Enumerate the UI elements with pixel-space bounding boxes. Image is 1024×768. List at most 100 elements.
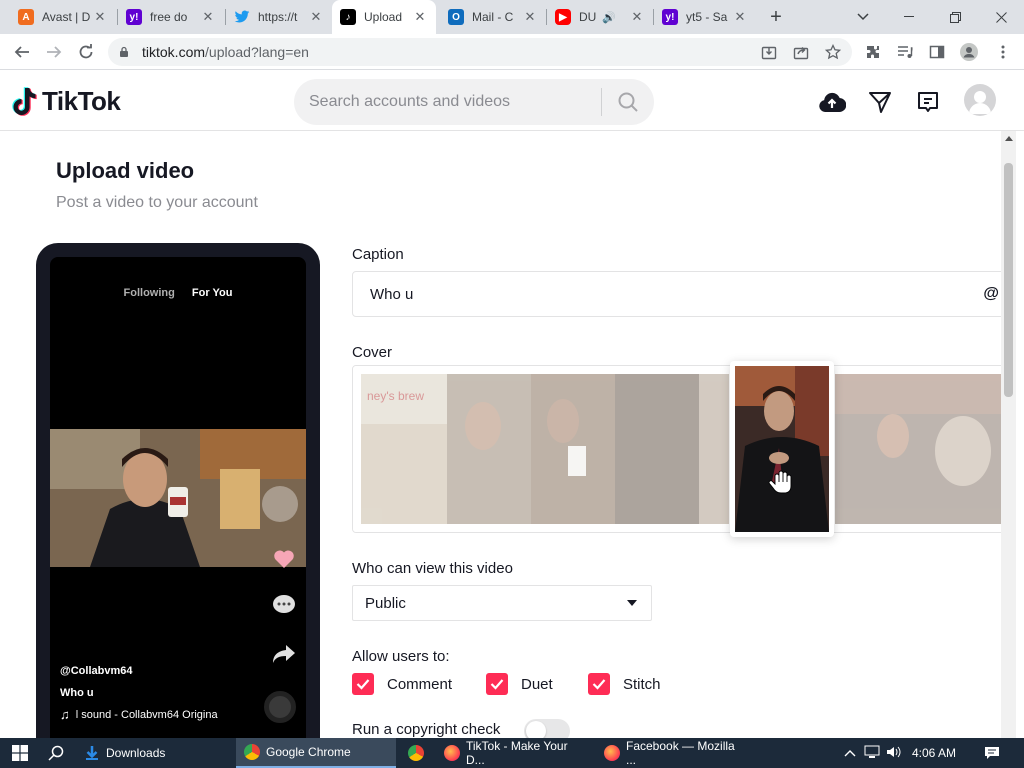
allow-stitch-option[interactable]: Stitch bbox=[588, 673, 661, 695]
comment-icon bbox=[272, 593, 296, 617]
video-preview-phone: Following For You @Collabvm64 Who u ♫ l … bbox=[36, 243, 320, 738]
chrome-menu-icon[interactable] bbox=[994, 43, 1012, 61]
phone-feed-tabs: Following For You bbox=[50, 287, 306, 299]
close-icon[interactable]: ✕ bbox=[412, 9, 428, 25]
tab-title: Mail - C bbox=[472, 10, 514, 24]
duet-checkbox[interactable] bbox=[486, 673, 508, 695]
taskbar-chrome-2[interactable] bbox=[400, 738, 432, 768]
system-tray: 4:06 AM bbox=[842, 738, 956, 768]
visibility-select[interactable]: Public bbox=[352, 585, 652, 621]
allow-duet-option[interactable]: Duet bbox=[486, 673, 553, 695]
sound-disc-icon bbox=[264, 691, 296, 723]
close-icon[interactable]: ✕ bbox=[522, 9, 538, 25]
avatar[interactable] bbox=[964, 84, 996, 116]
download-arrow-icon bbox=[86, 746, 98, 760]
search-bar[interactable]: Search accounts and videos bbox=[294, 79, 654, 125]
windows-taskbar: Downloads Google Chrome TikTok - Make Yo… bbox=[0, 738, 1024, 768]
messages-send-icon[interactable] bbox=[866, 88, 894, 116]
comment-label: Comment bbox=[387, 675, 453, 693]
install-app-icon[interactable] bbox=[760, 43, 778, 61]
music-note-icon: ♫ bbox=[60, 707, 70, 722]
media-controls-icon[interactable] bbox=[896, 43, 914, 61]
avast-icon: A bbox=[18, 9, 34, 25]
toggle-knob bbox=[526, 721, 546, 738]
page-scrollbar[interactable] bbox=[1001, 131, 1016, 738]
taskbar-search-button[interactable] bbox=[40, 738, 72, 768]
like-heart-icon bbox=[272, 547, 296, 571]
taskbar-firefox-facebook[interactable]: Facebook — Mozilla ... bbox=[596, 738, 752, 768]
taskbar-item-label: Downloads bbox=[106, 746, 166, 760]
comment-checkbox[interactable] bbox=[352, 673, 374, 695]
side-panel-icon[interactable] bbox=[928, 43, 946, 61]
taskbar-firefox-tiktok[interactable]: TikTok - Make Your D... bbox=[436, 738, 592, 768]
duet-label: Duet bbox=[521, 675, 553, 693]
cover-selected-frame[interactable] bbox=[730, 361, 834, 537]
browser-tab-twitter[interactable]: https://t ✕ bbox=[226, 0, 332, 34]
close-icon[interactable]: ✕ bbox=[308, 9, 324, 25]
browser-tab-avast[interactable]: A Avast | D ✕ bbox=[10, 0, 116, 34]
close-icon[interactable]: ✕ bbox=[732, 9, 748, 25]
browser-tab-tiktok-upload[interactable]: ♪ Upload ✕ bbox=[332, 0, 436, 34]
tiktok-logo[interactable]: TikTok bbox=[12, 86, 121, 117]
allow-comment-option[interactable]: Comment bbox=[352, 673, 452, 695]
url-host: tiktok.com bbox=[142, 44, 206, 60]
yahoo-icon: y! bbox=[126, 9, 142, 25]
tray-chevron-up-icon[interactable] bbox=[842, 746, 858, 760]
browser-tab-outlook[interactable]: O Mail - C ✕ bbox=[440, 0, 546, 34]
close-icon[interactable]: ✕ bbox=[92, 9, 108, 25]
clock[interactable]: 4:06 AM bbox=[912, 746, 956, 760]
page-title: Upload video bbox=[56, 158, 195, 183]
minimize-button[interactable] bbox=[886, 0, 932, 34]
visibility-value: Public bbox=[365, 594, 406, 612]
caption-value[interactable]: Who u bbox=[370, 286, 983, 303]
volume-icon[interactable] bbox=[886, 745, 902, 762]
profile-icon[interactable] bbox=[960, 43, 978, 61]
back-button[interactable] bbox=[10, 40, 34, 64]
lock-icon[interactable] bbox=[118, 46, 130, 58]
close-icon[interactable]: ✕ bbox=[629, 9, 645, 25]
bookmark-star-icon[interactable] bbox=[824, 43, 842, 61]
scroll-up-arrow-icon[interactable] bbox=[1005, 136, 1013, 141]
reload-button[interactable] bbox=[74, 40, 98, 64]
share-arrow-icon bbox=[272, 642, 296, 666]
search-button[interactable] bbox=[602, 91, 654, 113]
browser-tab-yahoo[interactable]: y! free do ✕ bbox=[118, 0, 224, 34]
network-icon[interactable] bbox=[864, 745, 880, 762]
search-input[interactable]: Search accounts and videos bbox=[309, 93, 601, 111]
taskbar-chrome[interactable]: Google Chrome bbox=[236, 738, 396, 768]
mention-button[interactable]: @ bbox=[983, 285, 999, 303]
taskbar-item-label: Google Chrome bbox=[266, 745, 351, 759]
cover-frame-strip[interactable]: ney's brew bbox=[352, 365, 1001, 533]
browser-tab-youtube[interactable]: ▶ DU 🔊 ✕ bbox=[547, 0, 653, 34]
audio-playing-icon[interactable]: 🔊 bbox=[602, 11, 629, 24]
forward-button[interactable] bbox=[42, 40, 66, 64]
close-icon[interactable]: ✕ bbox=[200, 9, 216, 25]
browser-tab-yahoo-2[interactable]: y! yt5 - Sa ✕ bbox=[654, 0, 756, 34]
upload-cloud-icon[interactable] bbox=[818, 88, 846, 116]
restore-button[interactable] bbox=[932, 0, 978, 34]
tab-for-you: For You bbox=[191, 287, 233, 299]
video-preview-frame[interactable] bbox=[50, 429, 306, 567]
checkmark-icon bbox=[592, 679, 606, 690]
taskbar-downloads[interactable]: Downloads bbox=[76, 738, 232, 768]
visibility-label: Who can view this video bbox=[352, 560, 513, 577]
stitch-checkbox[interactable] bbox=[588, 673, 610, 695]
upload-page: Upload video Post a video to your accoun… bbox=[0, 131, 1001, 738]
scrollbar-thumb[interactable] bbox=[1004, 163, 1013, 397]
start-button[interactable] bbox=[0, 738, 40, 768]
tab-search-chevron-icon[interactable] bbox=[840, 0, 886, 34]
preview-sound-text: l sound - Collabvm64 Origina bbox=[75, 708, 218, 721]
caption-input[interactable]: Who u @ bbox=[352, 271, 1001, 317]
svg-text:ney's brew: ney's brew bbox=[367, 389, 424, 403]
notifications-button[interactable] bbox=[976, 738, 1008, 768]
extensions-icon[interactable] bbox=[864, 43, 882, 61]
allow-users-label: Allow users to: bbox=[352, 648, 450, 665]
close-window-button[interactable] bbox=[978, 0, 1024, 34]
tab-title: DU bbox=[579, 10, 597, 24]
address-bar[interactable]: tiktok.com/upload?lang=en bbox=[108, 38, 852, 66]
inbox-icon[interactable] bbox=[914, 88, 942, 116]
new-tab-button[interactable]: + bbox=[764, 5, 788, 29]
share-icon[interactable] bbox=[792, 43, 810, 61]
copyright-check-toggle[interactable] bbox=[524, 719, 570, 738]
chevron-down-icon bbox=[627, 600, 637, 606]
